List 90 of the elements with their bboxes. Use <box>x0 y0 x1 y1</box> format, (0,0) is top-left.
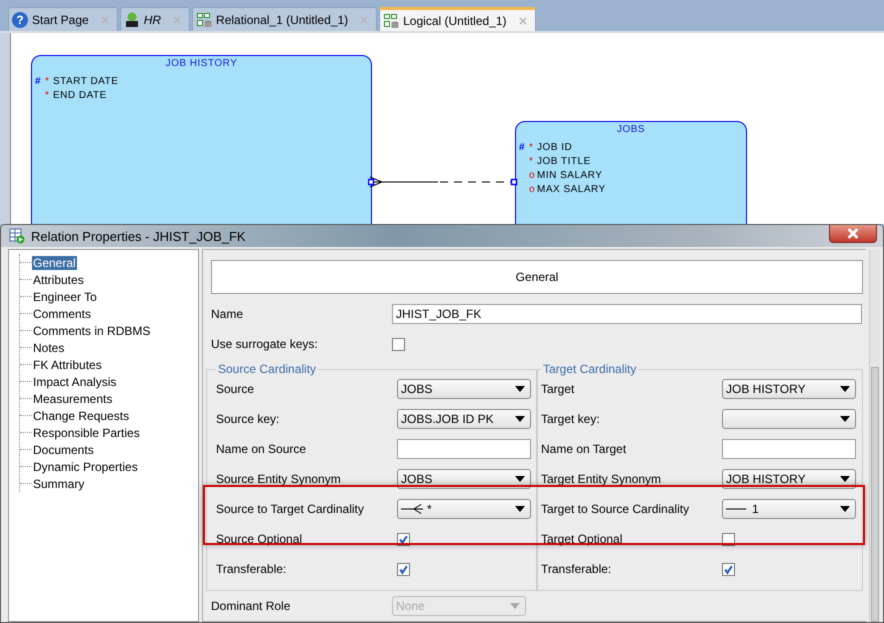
group-title: Source Cardinality <box>217 364 318 374</box>
attribute-name: END DATE <box>53 90 107 100</box>
field-label: Dominant Role <box>211 599 292 613</box>
field-label: Target <box>541 382 576 396</box>
attribute-marker: * <box>45 76 50 86</box>
dialog-title: Relation Properties - JHIST_JOB_FK <box>31 228 247 244</box>
field-label: Name on Target <box>541 442 628 456</box>
field-label: Source Optional <box>216 532 304 546</box>
field-label: Use surrogate keys: <box>211 337 319 351</box>
field-label: Target key: <box>541 412 601 426</box>
dropdown[interactable]: JOBS <box>397 469 531 489</box>
relationship-line[interactable] <box>368 176 518 188</box>
group-title: Target Cardinality <box>542 364 638 374</box>
caret-icon <box>515 416 525 422</box>
tree-item[interactable]: General <box>32 256 77 270</box>
editor-tab[interactable]: ? Start Page <box>8 7 118 31</box>
tree-item[interactable]: Comments in RDBMS <box>32 324 152 338</box>
tree-item[interactable]: Documents <box>32 442 95 456</box>
field-label: Name on Source <box>216 442 308 456</box>
tree-item[interactable]: Responsible Parties <box>32 426 141 440</box>
field-label: Source key: <box>216 412 280 426</box>
cardinality-dropdown[interactable]: 1 <box>722 499 856 519</box>
help-icon: ? <box>12 12 28 28</box>
close-icon[interactable] <box>518 16 527 24</box>
editor-tab[interactable]: Relational_1 (Untitled_1) <box>192 7 378 31</box>
attribute-marker: o <box>529 184 535 194</box>
caret-icon <box>840 506 850 512</box>
tree-item[interactable]: Measurements <box>32 392 114 406</box>
entity-title: JOB HISTORY <box>164 57 238 71</box>
field-label: Target Optional <box>541 532 624 546</box>
cardinality-dropdown[interactable]: * <box>397 499 531 519</box>
entity-box[interactable]: JOBS # * JOB ID * JOB TITLE o MIN SALARY o MAX SALARY <box>515 121 747 224</box>
database-connection-icon <box>124 12 140 28</box>
attribute-name: JOB ID <box>537 142 572 152</box>
dropdown[interactable]: JOBS <box>397 379 531 399</box>
scrollbar[interactable] <box>869 249 880 622</box>
attribute-marker: o <box>529 170 535 180</box>
tree-item[interactable]: Summary <box>32 476 86 490</box>
field-label: Transferable: <box>216 562 288 576</box>
tree-item[interactable]: Comments <box>32 306 92 320</box>
dropdown[interactable]: JOB HISTORY <box>722 469 856 489</box>
field-label: Source Entity Synonym <box>216 472 342 486</box>
caret-icon <box>515 506 525 512</box>
attribute-marker: * <box>529 142 534 152</box>
caret-icon <box>515 476 525 482</box>
field-label: Source <box>216 382 256 396</box>
tree-item[interactable]: Impact Analysis <box>32 374 118 388</box>
attribute-name: JOB TITLE <box>537 156 591 166</box>
diagram-model-icon <box>383 12 400 28</box>
tree-item[interactable]: Notes <box>32 340 66 354</box>
key-marker: # <box>35 76 42 86</box>
attribute-marker: * <box>45 90 50 100</box>
field-label: Target to Source Cardinality <box>541 502 690 516</box>
attribute-marker: * <box>529 156 534 166</box>
checkbox[interactable] <box>722 562 735 576</box>
name-field[interactable]: JHIST_JOB_FK <box>392 304 862 324</box>
entity-box[interactable]: JOB HISTORY # * START DATE * END DATE <box>31 55 372 224</box>
field-label: Target Entity Synonym <box>541 472 662 486</box>
field-label: Source to Target Cardinality <box>216 502 365 516</box>
editor-tab[interactable]: HR <box>120 7 190 31</box>
tree-item[interactable]: FK Attributes <box>32 358 103 372</box>
tree-item[interactable]: Dynamic Properties <box>32 460 139 474</box>
checkbox[interactable] <box>392 338 405 350</box>
tree-item[interactable]: Engineer To <box>32 290 98 304</box>
caret-icon <box>840 476 850 482</box>
attribute-name: MIN SALARY <box>537 170 602 180</box>
key-marker: # <box>519 142 526 152</box>
page-header: General <box>211 260 863 294</box>
entity-title: JOBS <box>616 123 646 137</box>
caret-icon <box>840 416 850 422</box>
caret-icon <box>510 603 520 609</box>
table-run-icon <box>9 228 25 244</box>
tree-item[interactable]: Attributes <box>32 272 85 286</box>
dropdown[interactable]: JOB HISTORY <box>722 379 856 399</box>
dropdown[interactable]: JOBS.JOB ID PK <box>397 409 531 429</box>
field-label: Name <box>211 307 244 321</box>
close-icon <box>846 228 860 238</box>
attribute-name: START DATE <box>53 76 118 86</box>
text-field[interactable] <box>397 439 531 459</box>
close-button[interactable] <box>829 225 877 243</box>
caret-icon <box>515 386 525 392</box>
checkbox[interactable] <box>397 562 410 576</box>
tree-item[interactable]: Change Requests <box>32 408 130 422</box>
dropdown[interactable] <box>722 409 856 429</box>
caret-icon <box>840 386 850 392</box>
attribute-name: MAX SALARY <box>537 184 606 194</box>
editor-tab[interactable]: Logical (Untitled_1) <box>379 7 536 31</box>
text-field[interactable] <box>722 439 856 459</box>
field-label: Transferable: <box>541 562 612 576</box>
diagram-model-icon <box>196 12 212 28</box>
